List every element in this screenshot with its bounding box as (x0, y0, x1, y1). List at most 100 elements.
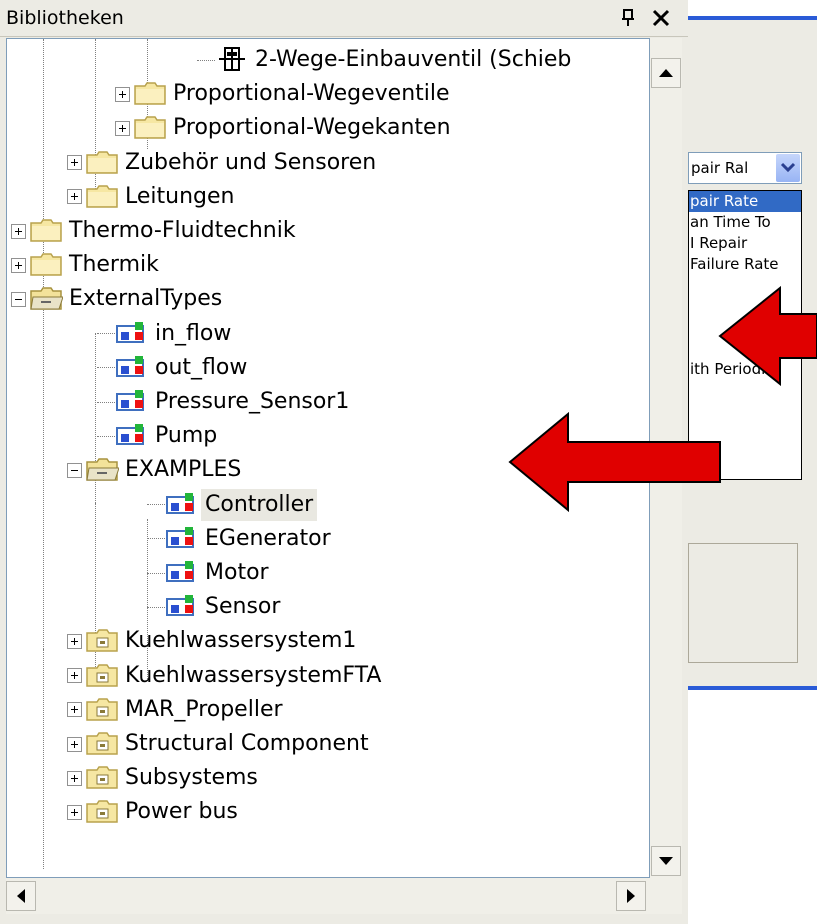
tree-connector (97, 435, 115, 437)
expand-icon[interactable] (11, 223, 26, 239)
dialog-lower-box (688, 543, 798, 663)
tree-item[interactable]: EXAMPLES (67, 453, 245, 487)
expand-icon[interactable] (11, 257, 26, 273)
tree-item-label: Power bus (125, 799, 238, 825)
panel-title: Bibliotheken (6, 7, 124, 29)
component-icon (115, 388, 149, 416)
tree-connector (147, 538, 165, 540)
dropdown-item[interactable]: I Repair (689, 233, 801, 254)
model-folder-icon (85, 696, 119, 724)
expand-icon[interactable] (67, 155, 82, 171)
scroll-up-button[interactable] (651, 58, 681, 88)
horizontal-scrollbar[interactable] (6, 878, 682, 914)
tree-item[interactable]: EGenerator (147, 522, 335, 556)
tree-item[interactable]: 2-Wege-Einbauventil (Schieb (197, 43, 575, 77)
red-arrow-icon (508, 412, 721, 512)
pin-icon[interactable] (616, 5, 642, 31)
tree-item[interactable]: Proportional-Wegeventile (115, 77, 454, 111)
tree-item[interactable]: Proportional-Wegekanten (115, 111, 455, 145)
scroll-right-button[interactable] (616, 881, 646, 911)
tree-item[interactable]: Leitungen (67, 180, 238, 214)
tree-item-label: Pressure_Sensor1 (155, 389, 350, 414)
folder-icon (85, 183, 119, 211)
expand-icon[interactable] (67, 702, 82, 718)
tree-item[interactable]: Sensor (147, 590, 284, 624)
component-icon (165, 491, 199, 519)
scroll-left-button[interactable] (6, 881, 36, 911)
panel-titlebar: Bibliotheken (0, 0, 688, 37)
folder-icon (29, 251, 63, 279)
tree-item[interactable]: Structural Component (67, 727, 373, 761)
tree-item-label: MAR_Propeller (125, 696, 283, 722)
tree-item[interactable]: Kuehlwassersystem1 (67, 624, 360, 658)
dropdown-item[interactable]: an Time To (689, 212, 801, 233)
tree-item-label: Zubehör und Sensoren (125, 149, 377, 175)
tree-item-label: Proportional-Wegekanten (173, 115, 451, 141)
tree-item[interactable]: Power bus (67, 795, 242, 829)
tree-item-label: Thermik (69, 252, 159, 278)
folder-icon (133, 114, 167, 142)
model-folder-icon (85, 798, 119, 826)
dropdown-item[interactable]: Failure Rate (689, 254, 801, 275)
expand-icon[interactable] (67, 804, 82, 820)
tree-item[interactable]: Pressure_Sensor1 (97, 385, 353, 419)
tree-item[interactable]: ExternalTypes (11, 282, 226, 316)
tree-item[interactable]: Motor (147, 556, 273, 590)
folder-icon (133, 80, 167, 108)
component-icon (115, 354, 149, 382)
tree-item[interactable]: out_flow (97, 351, 251, 385)
collapse-icon[interactable] (67, 462, 82, 478)
model-folder-icon (85, 764, 119, 792)
tree-item-label: EXAMPLES (125, 457, 242, 483)
tree-item-label: ExternalTypes (69, 286, 223, 312)
tree-connector (97, 401, 115, 403)
expand-icon[interactable] (67, 770, 82, 786)
open-folder-icon (29, 285, 64, 313)
model-folder-icon (85, 730, 119, 758)
repair-rate-combo[interactable]: pair Ral (688, 152, 802, 184)
tree-item-label: Structural Component (125, 731, 369, 756)
dropdown-item[interactable]: pair Rate (689, 191, 801, 212)
close-icon[interactable] (648, 5, 674, 31)
dialog-bottom-border (688, 686, 817, 690)
tree-item-label: KuehlwassersystemFTA (125, 662, 382, 688)
tree-item-label: Controller (201, 488, 318, 521)
expand-icon[interactable] (67, 633, 82, 649)
tree-item-label: EGenerator (205, 525, 331, 551)
tree-item-label: Pump (155, 423, 218, 449)
tree-connector (97, 333, 115, 335)
expand-icon[interactable] (67, 189, 82, 205)
combo-value: pair Ral (691, 159, 749, 177)
tree-item[interactable]: Pump (97, 419, 221, 453)
folder-icon (85, 149, 119, 177)
tree-item[interactable]: KuehlwassersystemFTA (67, 659, 385, 693)
component-icon (165, 593, 199, 621)
tree-item-label: Leitungen (125, 183, 235, 209)
tree-item-label: Proportional-Wegeventile (173, 81, 450, 107)
component-icon (115, 422, 149, 450)
tree-item[interactable]: MAR_Propeller (67, 693, 287, 727)
red-arrow-icon (718, 286, 817, 386)
expand-icon[interactable] (67, 736, 82, 752)
scroll-down-button[interactable] (651, 846, 681, 876)
tree-item[interactable]: Controller (147, 488, 318, 522)
tree-item[interactable]: Thermik (11, 248, 163, 282)
tree-item[interactable]: in_flow (97, 317, 235, 351)
expand-icon[interactable] (67, 668, 82, 684)
dialog-top-border (688, 16, 817, 20)
chevron-down-icon[interactable] (776, 154, 800, 182)
expand-icon[interactable] (115, 120, 130, 136)
expand-icon[interactable] (115, 86, 130, 102)
folder-icon (29, 217, 63, 245)
collapse-icon[interactable] (11, 291, 26, 307)
tree-connector (147, 572, 165, 574)
tree-guide-line (43, 649, 44, 869)
component-icon (165, 559, 199, 587)
tree-item[interactable]: Thermo-Fluidtechnik (11, 214, 300, 248)
tree-item-label: Sensor (205, 594, 281, 620)
tree-connector (147, 606, 165, 608)
tree-item[interactable]: Zubehör und Sensoren (67, 146, 380, 180)
tree-item[interactable]: Subsystems (67, 761, 262, 795)
tree-connector (147, 504, 165, 506)
tree-item-label: Subsystems (125, 765, 258, 791)
